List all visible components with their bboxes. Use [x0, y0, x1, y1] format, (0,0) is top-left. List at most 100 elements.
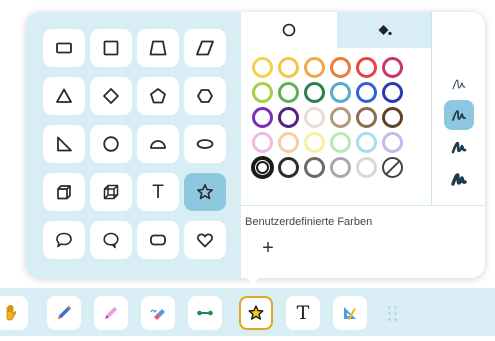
shape-picker-popup: T Benutzerdefinierte Farben +	[26, 12, 485, 285]
color-swatch[interactable]	[356, 157, 377, 178]
shape-pentagon-button[interactable]	[137, 77, 179, 115]
shape-parallelogram-button[interactable]	[184, 29, 226, 67]
highlighter-icon	[105, 307, 117, 319]
toolbar-drag-handle[interactable]	[388, 306, 400, 322]
stroke-width-extra-thick-button[interactable]	[444, 164, 474, 194]
shape-cube-button[interactable]	[43, 173, 85, 211]
cube-icon	[57, 185, 71, 200]
ellipse-icon	[196, 139, 214, 149]
tool-pen-button[interactable]	[47, 296, 81, 330]
color-swatch[interactable]	[356, 132, 377, 153]
color-swatch[interactable]	[252, 57, 273, 78]
right-triangle-icon	[57, 136, 72, 152]
shape-triangle-button[interactable]	[43, 77, 85, 115]
shape-square-button[interactable]	[90, 29, 132, 67]
shape-circle-button[interactable]	[90, 125, 132, 163]
shape-diamond-button[interactable]	[90, 77, 132, 115]
shape-ellipse-button[interactable]	[184, 125, 226, 163]
tool-highlighter-button[interactable]	[94, 296, 128, 330]
tool-connector-button[interactable]	[188, 296, 222, 330]
pen-thin-icon	[452, 79, 466, 90]
speech-bubble-icon	[56, 232, 72, 248]
shape-right-triangle-button[interactable]	[43, 125, 85, 163]
tab-stroke-color[interactable]	[241, 12, 337, 48]
text-icon: T	[296, 301, 310, 324]
pen-medium-icon	[452, 110, 466, 121]
trapezoid-icon	[149, 40, 167, 56]
color-swatch[interactable]	[304, 132, 325, 153]
color-swatch[interactable]	[278, 157, 299, 178]
color-swatch[interactable]	[330, 157, 351, 178]
shape-rounded-rectangle-button[interactable]	[137, 221, 179, 259]
color-swatch[interactable]	[356, 107, 377, 128]
color-swatch[interactable]	[252, 132, 273, 153]
hexagon-icon	[197, 89, 213, 103]
parallelogram-icon	[196, 40, 214, 56]
color-swatch[interactable]	[382, 57, 403, 78]
eraser-icon	[150, 309, 165, 320]
color-swatch[interactable]	[278, 82, 299, 103]
pen-thick-icon	[451, 141, 467, 154]
shape-star-button[interactable]	[184, 173, 226, 211]
shape-semicircle-button[interactable]	[137, 125, 179, 163]
color-swatch[interactable]	[330, 132, 351, 153]
shape-cuboid-button[interactable]	[90, 173, 132, 211]
color-swatch[interactable]	[278, 132, 299, 153]
tab-fill-color[interactable]	[337, 12, 431, 48]
pen-icon	[58, 305, 72, 319]
color-swatch[interactable]	[330, 57, 351, 78]
shape-trapezoid-button[interactable]	[137, 29, 179, 67]
color-swatch[interactable]	[382, 107, 403, 128]
tool-eraser-button[interactable]	[141, 296, 175, 330]
color-swatch[interactable]	[278, 57, 299, 78]
popup-pointer	[246, 277, 260, 285]
color-swatch[interactable]	[252, 82, 273, 103]
color-swatch[interactable]	[304, 157, 325, 178]
stroke-width-medium-button[interactable]	[444, 100, 474, 130]
color-panel-divider	[431, 12, 432, 205]
custom-colors-label: Benutzerdefinierte Farben	[245, 216, 373, 228]
circle-outline-icon	[282, 23, 296, 37]
connector-icon	[197, 310, 213, 316]
rounded-rectangle-icon	[150, 234, 166, 246]
color-swatch-selected[interactable]	[251, 156, 274, 179]
tool-shapes-button[interactable]	[239, 296, 273, 330]
color-swatch[interactable]	[252, 107, 273, 128]
color-swatch[interactable]	[382, 132, 403, 153]
pentagon-icon	[150, 88, 166, 104]
color-swatch[interactable]	[356, 82, 377, 103]
stroke-width-thick-button[interactable]	[444, 132, 474, 162]
tool-hand-button[interactable]	[0, 296, 28, 330]
shape-rectangle-button[interactable]	[43, 29, 85, 67]
color-swatch[interactable]	[304, 57, 325, 78]
semicircle-icon	[150, 140, 166, 149]
triangle-icon	[56, 88, 72, 103]
shape-speech-bubble-button[interactable]	[43, 221, 85, 259]
custom-colors-divider	[241, 205, 485, 206]
rectangle-icon	[56, 42, 72, 54]
shape-heart-button[interactable]	[184, 221, 226, 259]
color-swatch[interactable]	[356, 57, 377, 78]
star-icon	[197, 184, 213, 200]
stroke-width-thin-button[interactable]	[444, 69, 474, 99]
paint-bucket-icon	[378, 25, 392, 36]
color-swatch[interactable]	[330, 82, 351, 103]
square-icon	[103, 40, 119, 56]
add-custom-color-button[interactable]: +	[258, 238, 278, 258]
color-swatch[interactable]	[278, 107, 299, 128]
shapes-panel: T	[26, 12, 241, 278]
shape-text-button[interactable]: T	[137, 173, 179, 211]
color-swatch[interactable]	[382, 82, 403, 103]
cuboid-icon	[103, 184, 119, 200]
no-color-swatch[interactable]	[382, 157, 403, 178]
shape-thought-bubble-button[interactable]	[90, 221, 132, 259]
tool-text-button[interactable]: T	[286, 296, 320, 330]
color-swatch[interactable]	[304, 82, 325, 103]
diamond-icon	[103, 88, 119, 104]
color-swatch[interactable]	[304, 107, 325, 128]
circle-icon	[103, 136, 119, 152]
color-swatch[interactable]	[330, 107, 351, 128]
tool-geometry-button[interactable]	[333, 296, 367, 330]
shape-hexagon-button[interactable]	[184, 77, 226, 115]
thought-bubble-icon	[103, 232, 119, 249]
